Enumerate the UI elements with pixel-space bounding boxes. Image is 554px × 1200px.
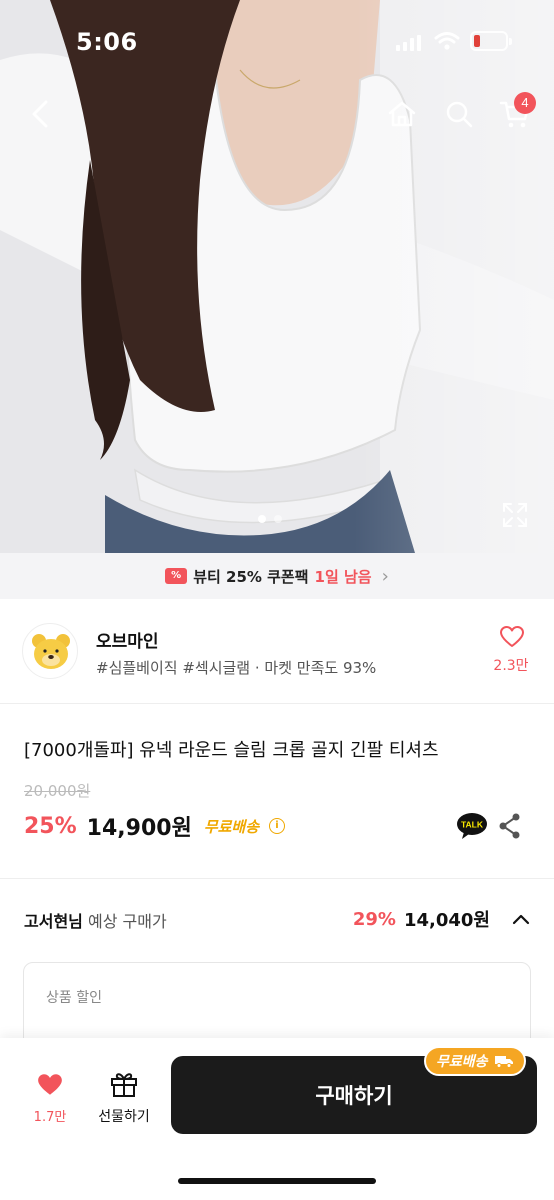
store-like-button[interactable] bbox=[490, 625, 534, 653]
gift-icon bbox=[111, 1073, 137, 1097]
chevron-right-icon: › bbox=[381, 565, 389, 587]
user-name: 고서현님 bbox=[24, 912, 83, 931]
heart-outline-icon bbox=[500, 626, 524, 647]
battery-icon bbox=[470, 31, 512, 51]
store-name[interactable]: 오브마인 bbox=[96, 627, 159, 652]
kakao-talk-button[interactable]: TALK bbox=[456, 812, 488, 840]
talk-label: TALK bbox=[461, 820, 484, 830]
store-like-count: 2.3만 bbox=[493, 658, 529, 674]
home-button[interactable] bbox=[382, 94, 422, 134]
truck-icon bbox=[494, 1056, 513, 1068]
store-logo[interactable] bbox=[22, 623, 78, 679]
carousel-dots bbox=[258, 515, 282, 523]
coupon-banner[interactable]: 뷰티 25% 쿠폰팩 1일 남음 › bbox=[0, 553, 554, 599]
expand-image-button[interactable] bbox=[500, 500, 530, 530]
expand-icon bbox=[503, 503, 527, 527]
expected-price-toggle[interactable]: 29% 14,040원 bbox=[353, 906, 530, 932]
divider bbox=[0, 878, 554, 879]
carousel-dot-active bbox=[258, 515, 266, 523]
product-title: [7000개돌파] 유넥 라운드 슬림 크롭 골지 긴팔 티셔츠 bbox=[24, 740, 439, 761]
discount-rate: 25% bbox=[24, 813, 77, 839]
status-time: 5:06 bbox=[76, 28, 138, 56]
original-price: 20,000원 bbox=[24, 782, 91, 800]
product-image[interactable]: 5:06 4 bbox=[0, 0, 554, 553]
home-icon bbox=[388, 101, 416, 127]
search-icon bbox=[446, 101, 473, 128]
store-tags: #심플베이직 #섹시글램 · 마켓 만족도 93% bbox=[96, 659, 377, 677]
gift-label: 선물하기 bbox=[98, 1109, 150, 1125]
talk-icon: TALK bbox=[457, 813, 487, 839]
expected-price-label: 고서현님 예상 구매가 bbox=[24, 908, 167, 932]
store-row[interactable]: 오브마인 #심플베이직 #섹시글램 · 마켓 만족도 93% 2.3만 bbox=[0, 599, 554, 704]
chevron-left-icon bbox=[32, 100, 48, 128]
free-shipping-label: 무료배송 bbox=[203, 817, 260, 836]
wifi-icon bbox=[434, 32, 460, 50]
coupon-text: 뷰티 25% 쿠폰팩 bbox=[193, 567, 309, 586]
sale-price: 14,900원 bbox=[86, 816, 192, 841]
like-count: 1.7만 bbox=[33, 1110, 67, 1125]
back-button[interactable] bbox=[20, 94, 60, 134]
share-button[interactable] bbox=[497, 812, 523, 840]
expected-label: 예상 구매가 bbox=[82, 912, 167, 931]
share-icon bbox=[499, 813, 520, 839]
heart-filled-icon bbox=[38, 1074, 62, 1095]
home-indicator bbox=[178, 1178, 376, 1184]
bear-logo-icon bbox=[32, 634, 70, 669]
chevron-up-icon bbox=[512, 914, 530, 925]
like-button[interactable]: 1.7만 bbox=[22, 1072, 78, 1125]
free-shipping-badge: 무료배송 bbox=[424, 1046, 526, 1076]
free-shipping-badge-label: 무료배송 bbox=[436, 1054, 488, 1070]
cart-count-badge: 4 bbox=[514, 92, 536, 114]
signal-icon bbox=[396, 35, 421, 51]
gift-button[interactable]: 선물하기 bbox=[92, 1070, 156, 1126]
carousel-dot bbox=[274, 515, 282, 523]
info-icon[interactable]: i bbox=[269, 818, 286, 834]
search-button[interactable] bbox=[439, 94, 479, 134]
coupon-deadline: 1일 남음 bbox=[314, 567, 372, 586]
bottom-purchase-bar: 1.7만 선물하기 구매하기 무료배송 bbox=[0, 1038, 554, 1200]
product-discount-label: 상품 할인 bbox=[46, 990, 102, 1006]
expected-price: 14,040원 bbox=[403, 910, 490, 931]
price-row: 25% 14,900원 무료배송 i bbox=[24, 810, 286, 842]
expected-discount: 29% bbox=[352, 908, 396, 930]
coupon-icon bbox=[165, 568, 188, 584]
status-bar: 5:06 bbox=[0, 0, 554, 80]
